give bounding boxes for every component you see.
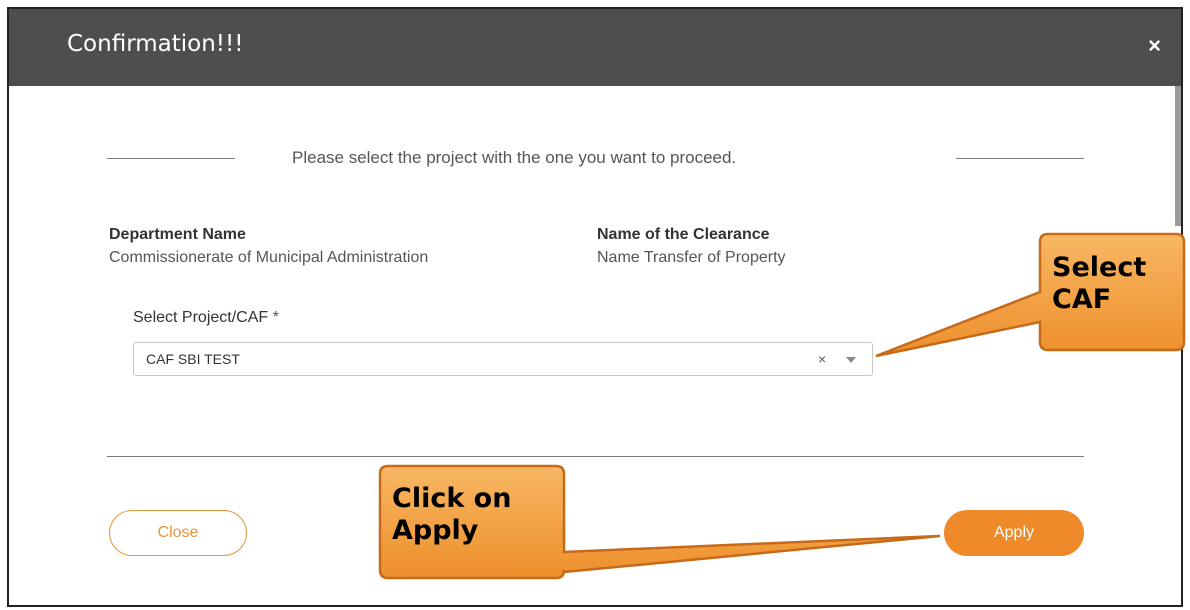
callout-select-caf-text: Select CAF bbox=[1052, 252, 1172, 316]
callout-click-apply-line1: Click on bbox=[392, 483, 512, 514]
callout-select-caf-line1: Select bbox=[1052, 252, 1147, 283]
callout-click-apply-line2: Apply bbox=[392, 515, 479, 546]
callout-select-caf-line2: CAF bbox=[1052, 284, 1112, 315]
callout-click-apply-text: Click on Apply bbox=[392, 483, 562, 547]
callout-overlay bbox=[378, 232, 1186, 580]
